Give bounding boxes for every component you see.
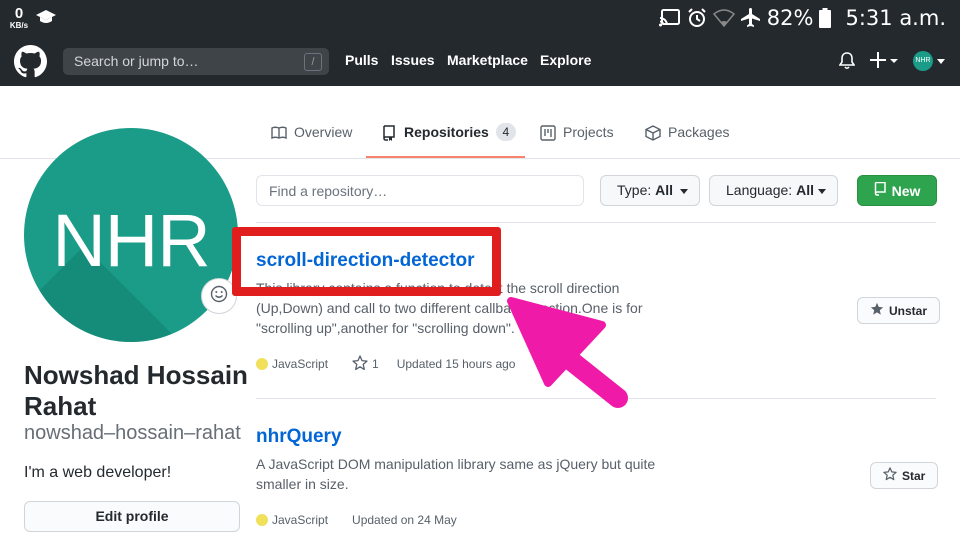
repo-name-link[interactable]: nhrQuery (256, 426, 342, 448)
repo-language: JavaScript (272, 357, 329, 371)
repo-star-count: 1 (372, 357, 379, 371)
annotation-highlight-box (232, 227, 501, 296)
repo-icon (381, 124, 397, 144)
bell-icon[interactable] (838, 52, 856, 75)
graduation-cap-icon (36, 10, 56, 29)
unstar-label: Unstar (889, 303, 928, 318)
status-bar: 0 KB/s 82% 5:31 a.m. (0, 0, 960, 36)
chevron-down-icon (680, 189, 688, 194)
tab-projects[interactable]: Projects (540, 124, 614, 158)
repo-icon (874, 181, 886, 199)
user-avatar-menu[interactable]: NHR (913, 51, 933, 71)
repo-updated: Updated on 24 May (352, 513, 457, 527)
tab-overview[interactable]: Overview (271, 124, 352, 158)
star-button[interactable]: Star (870, 462, 939, 489)
chevron-down-icon (818, 189, 826, 194)
divider (256, 398, 936, 399)
new-button-label: New (891, 182, 921, 199)
repo-meta: JavaScript 1 Updated 15 hours ago (256, 354, 516, 374)
tab-repositories[interactable]: Repositories 4 (381, 123, 516, 158)
language-color-dot (256, 358, 268, 370)
create-new-plus-icon[interactable] (870, 50, 900, 75)
global-search-input[interactable]: Search or jump to… / (63, 48, 329, 75)
book-icon (271, 124, 287, 144)
edit-profile-button[interactable]: Edit profile (24, 501, 240, 532)
nav-issues[interactable]: Issues (391, 52, 435, 68)
nav-marketplace[interactable]: Marketplace (447, 52, 528, 68)
search-placeholder: Search or jump to… (74, 53, 199, 69)
profile-avatar[interactable]: NHR (24, 128, 238, 342)
new-repository-button[interactable]: New (857, 175, 937, 206)
profile-full-name: Nowshad Hossain Rahat (24, 360, 248, 421)
battery-icon (819, 8, 832, 28)
star-icon (883, 467, 897, 484)
battery-percent: 82% (766, 6, 814, 30)
package-icon (645, 124, 661, 144)
nav-explore[interactable]: Explore (540, 52, 591, 68)
star-label: Star (902, 468, 926, 483)
repo-language: JavaScript (272, 513, 329, 527)
unstar-button[interactable]: Unstar (857, 297, 941, 324)
star-icon (352, 354, 368, 374)
alarm-icon (687, 8, 707, 28)
status-icons: 82% 5:31 a.m. (658, 4, 946, 32)
profile-bio: I'm a web developer! (24, 464, 172, 481)
tab-packages-label: Packages (668, 124, 730, 140)
project-icon (540, 124, 556, 144)
type-filter-value: All (655, 182, 674, 198)
tab-repositories-label: Repositories (404, 124, 489, 140)
language-filter-dropdown[interactable]: Language: All (709, 175, 838, 206)
repositories-count-badge: 4 (495, 123, 516, 141)
chevron-down-icon[interactable] (937, 59, 945, 64)
search-shortcut-key: / (304, 53, 322, 71)
smiley-icon (210, 285, 228, 308)
tab-overview-label: Overview (294, 124, 353, 140)
type-filter-dropdown[interactable]: Type: All (600, 175, 700, 206)
tab-projects-label: Projects (563, 124, 614, 140)
airplane-mode-icon (740, 8, 761, 28)
network-speed: 0 KB/s (8, 6, 30, 30)
language-filter-value: All (796, 182, 814, 198)
github-header: Search or jump to… / Pulls Issues Market… (0, 36, 960, 86)
wifi-off-icon (712, 9, 735, 27)
screen: 0 KB/s 82% 5:31 a.m. Search or jump to… … (0, 0, 960, 540)
repo-updated: Updated 15 hours ago (396, 357, 516, 371)
tab-packages[interactable]: Packages (645, 124, 729, 158)
find-repository-input[interactable] (256, 175, 584, 206)
type-filter-label: Type: (617, 182, 652, 198)
avatar-initials: NHR (52, 199, 210, 282)
profile-username: nowshad–hossain–rahat (24, 422, 241, 444)
clock-time: 5:31 a.m. (845, 6, 946, 30)
star-filled-icon (870, 302, 884, 319)
network-speed-value: 0 (14, 5, 24, 22)
repo-stargazers-link[interactable]: 1 (352, 354, 379, 374)
language-color-dot (256, 514, 268, 526)
repo-description: A JavaScript DOM manipulation library sa… (256, 456, 656, 492)
network-speed-unit: KB/s (9, 21, 29, 30)
nav-pulls[interactable]: Pulls (345, 52, 378, 68)
language-filter-label: Language: (726, 182, 793, 198)
cast-icon (658, 9, 681, 27)
divider (256, 222, 936, 223)
github-logo-icon[interactable] (14, 45, 47, 78)
active-tab-underline (366, 156, 525, 158)
repo-meta: JavaScript Updated on 24 May (256, 512, 457, 528)
